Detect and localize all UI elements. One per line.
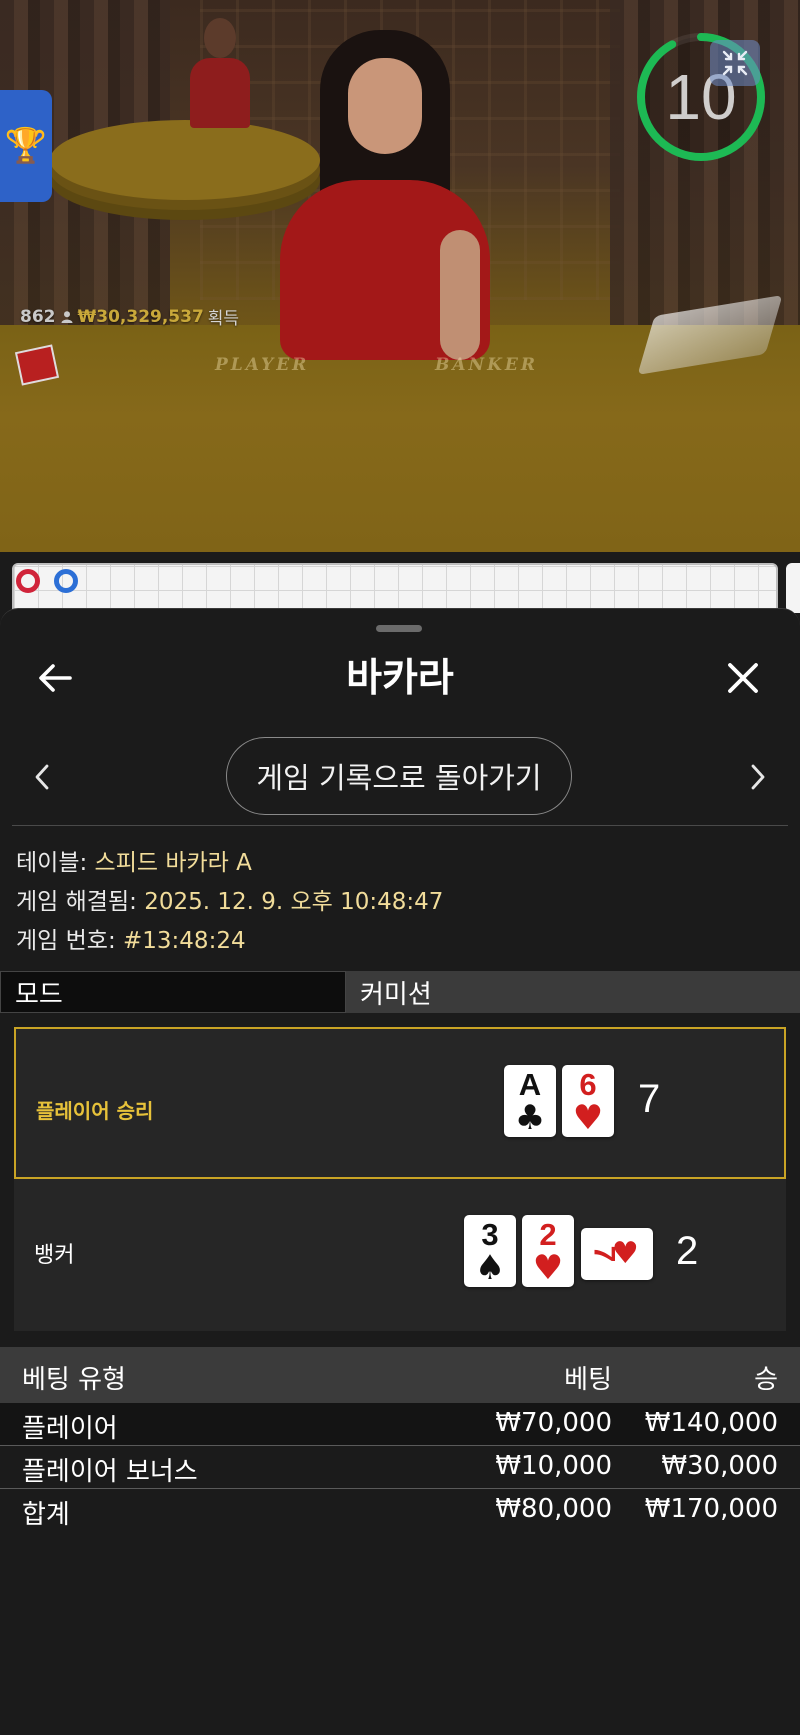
live-video: PLAYER BANKER 🏆 10 862 ₩30,329,537 획득 [0, 0, 800, 552]
banker-hand: 뱅커 3 ♠ 2 ♥ 7♥ 2 [14, 1179, 786, 1331]
person-icon [61, 310, 72, 323]
sheet-grabber[interactable] [376, 625, 422, 632]
winners-amount: ₩30,329,537 [77, 306, 204, 327]
resolved-value: 2025. 12. 9. 오후 10:48:47 [144, 889, 444, 915]
close-icon [728, 663, 758, 693]
header-bet: 베팅 [564, 1365, 612, 1395]
collapse-video-button[interactable] [710, 40, 760, 86]
dealer [270, 30, 500, 360]
resolved-info: 게임 해결됨: 2025. 12. 9. 오후 10:48:47 [16, 882, 443, 916]
collapse-icon [722, 50, 748, 76]
chevron-left-icon [35, 764, 49, 790]
winners-summary: 862 ₩30,329,537 획득 [20, 304, 240, 330]
game-number-value: #13:48:24 [123, 928, 246, 954]
player-score: 7 [638, 1077, 661, 1121]
bet-type-cell: 플레이어 보너스 [22, 1457, 198, 1487]
player-hand: 플레이어 승리 A ♣ 6 ♥ 7 [14, 1027, 786, 1179]
table-label: 테이블: [16, 850, 88, 876]
player-result-label: 플레이어 승리 [36, 1099, 154, 1123]
bets-row: 플레이어 ₩70,000 ₩140,000 [0, 1403, 800, 1446]
player-card-1: A ♣ [504, 1065, 556, 1137]
header-win: 승 [754, 1365, 778, 1395]
background-dealer [190, 18, 250, 128]
win-amount-cell: ₩140,000 [644, 1408, 778, 1438]
banker-card-3: 7♥ [581, 1228, 653, 1280]
bets-total-row: 합계 ₩80,000 ₩170,000 [0, 1489, 800, 1531]
roadmap-banker-bead [16, 569, 40, 593]
mode-label: 모드 [0, 971, 346, 1013]
previous-game-button[interactable] [22, 757, 62, 797]
player-card-2: 6 ♥ [562, 1065, 614, 1137]
mode-row: 모드 커미션 [0, 971, 800, 1013]
roadmap-peek-right [786, 563, 800, 613]
chevron-right-icon [751, 764, 765, 790]
table-info: 테이블: 스피드 바카라 A [16, 843, 252, 877]
bet-type-cell: 플레이어 [22, 1414, 118, 1444]
divider [12, 825, 788, 826]
winners-count: 862 [20, 306, 56, 327]
win-amount-cell: ₩30,000 [661, 1451, 778, 1481]
game-history-sheet: 바카라 게임 기록으로 돌아가기 테이블: 스피드 바카라 A 게임 해결됨: … [0, 608, 800, 1735]
close-button[interactable] [720, 655, 766, 701]
next-game-button[interactable] [738, 757, 778, 797]
roadmap-player-bead [54, 569, 78, 593]
banker-score: 2 [676, 1229, 699, 1273]
game-number-label: 게임 번호: [16, 928, 116, 954]
header-bet-type: 베팅 유형 [22, 1365, 126, 1395]
mode-value: 커미션 [346, 971, 800, 1013]
felt-player-text: PLAYER [215, 355, 310, 375]
total-label: 합계 [22, 1500, 70, 1530]
banker-card-1: 3 ♠ [464, 1215, 516, 1287]
back-to-history-button[interactable]: 게임 기록으로 돌아가기 [226, 737, 572, 815]
table-value: 스피드 바카라 A [94, 850, 252, 876]
trophy-icon: 🏆 [4, 126, 48, 166]
banker-label: 뱅커 [34, 1243, 75, 1268]
resolved-label: 게임 해결됨: [16, 889, 137, 915]
bets-row: 플레이어 보너스 ₩10,000 ₩30,000 [0, 1446, 800, 1489]
felt-banker-text: BANKER [435, 355, 538, 375]
leaderboard-tab[interactable]: 🏆 [0, 90, 52, 202]
sheet-title: 바카라 [346, 656, 454, 701]
banker-card-2: 2 ♥ [522, 1215, 574, 1287]
total-win: ₩170,000 [644, 1494, 778, 1524]
total-bet: ₩80,000 [495, 1494, 612, 1524]
bet-amount-cell: ₩10,000 [495, 1451, 612, 1481]
winners-suffix: 획득 [207, 309, 240, 329]
bets-table-header: 베팅 유형 베팅 승 [0, 1347, 800, 1403]
game-number-info: 게임 번호: #13:48:24 [16, 921, 246, 955]
bet-amount-cell: ₩70,000 [495, 1408, 612, 1438]
